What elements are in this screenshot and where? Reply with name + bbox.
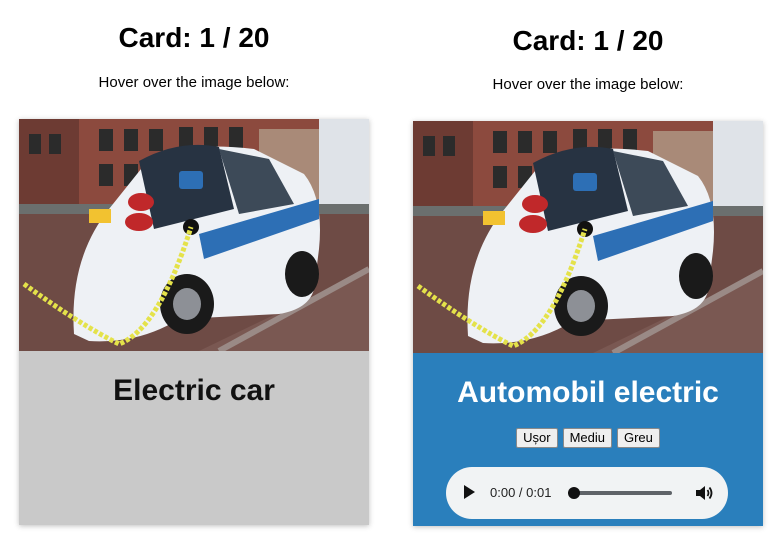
card-counter: Card: 1 / 20 xyxy=(118,22,270,53)
flashcard-back: Automobil electric Ușor Mediu Greu 0:00 … xyxy=(413,121,763,526)
card-label: Electric car xyxy=(113,374,275,407)
hover-hint: Hover over the image below: xyxy=(98,74,290,91)
seek-thumb[interactable] xyxy=(568,487,580,499)
card-image[interactable] xyxy=(19,119,369,351)
card-image[interactable] xyxy=(413,121,763,353)
audio-player: 0:00 / 0:01 xyxy=(446,467,728,519)
audio-time: 0:00 / 0:01 xyxy=(490,485,552,500)
volume-icon[interactable] xyxy=(694,483,714,508)
card-label: Automobil electric xyxy=(457,376,719,409)
hard-button[interactable]: Greu xyxy=(616,428,660,448)
card-counter: Card: 1 / 20 xyxy=(512,25,664,56)
flashcard-front: Electric car xyxy=(19,119,369,525)
easy-button[interactable]: Ușor xyxy=(516,428,558,448)
audio-seek-bar[interactable] xyxy=(568,487,672,499)
medium-button[interactable]: Mediu xyxy=(562,428,612,448)
play-icon[interactable] xyxy=(464,485,475,499)
difficulty-buttons: Ușor Mediu Greu xyxy=(413,428,763,448)
hover-hint: Hover over the image below: xyxy=(492,76,684,93)
